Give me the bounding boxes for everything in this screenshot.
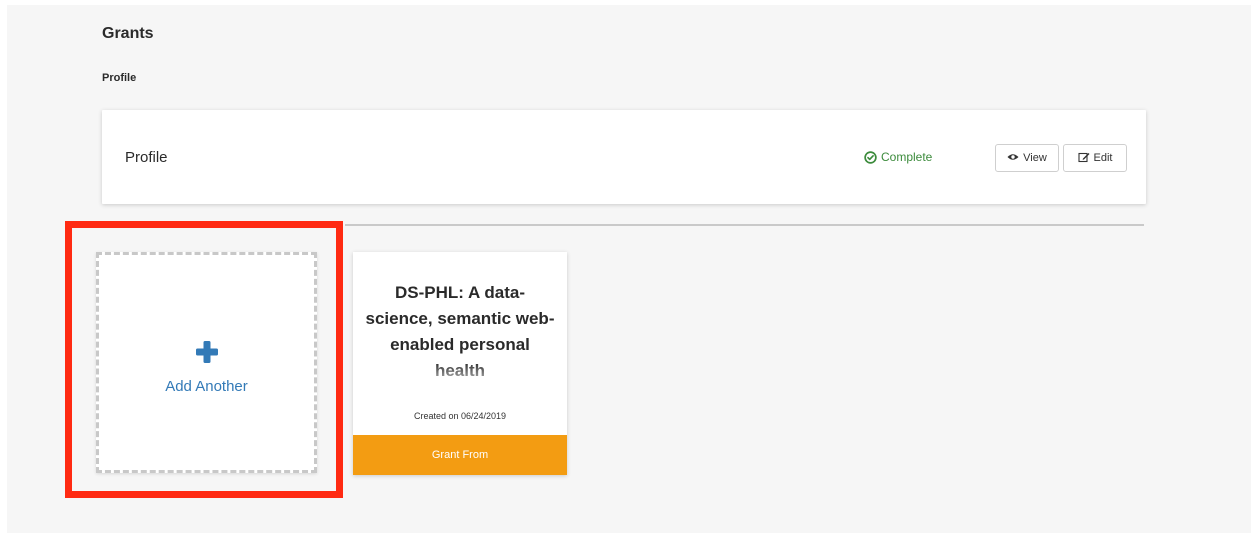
eye-icon: [1007, 152, 1019, 164]
profile-card: Profile Complete View Edit: [102, 110, 1146, 204]
view-button[interactable]: View: [995, 144, 1059, 172]
grant-card-title: DS-PHL: A data-science, semantic web-ena…: [365, 283, 555, 380]
status-badge: Complete: [864, 150, 932, 164]
page-title: Grants: [102, 25, 154, 42]
section-label-profile: Profile: [102, 72, 137, 84]
profile-card-title: Profile: [125, 149, 168, 166]
view-button-label: View: [1023, 152, 1047, 164]
status-text: Complete: [881, 150, 933, 164]
plus-icon: [195, 340, 219, 364]
add-another-card[interactable]: Add Another: [96, 252, 317, 473]
check-circle-icon: [864, 150, 877, 164]
edit-button-label: Edit: [1093, 152, 1113, 164]
page-content: Grants Profile Profile Complete View Edi…: [7, 5, 1251, 533]
grant-created-date: Created on 06/24/2019: [413, 411, 507, 421]
edit-button[interactable]: Edit: [1063, 144, 1127, 172]
section-divider: [345, 224, 1144, 226]
grant-card[interactable]: DS-PHL: A data-science, semantic web-ena…: [353, 252, 567, 475]
grant-from-button[interactable]: Grant From: [353, 435, 567, 475]
edit-icon: [1077, 151, 1090, 166]
add-another-label: Add Another: [165, 378, 248, 395]
